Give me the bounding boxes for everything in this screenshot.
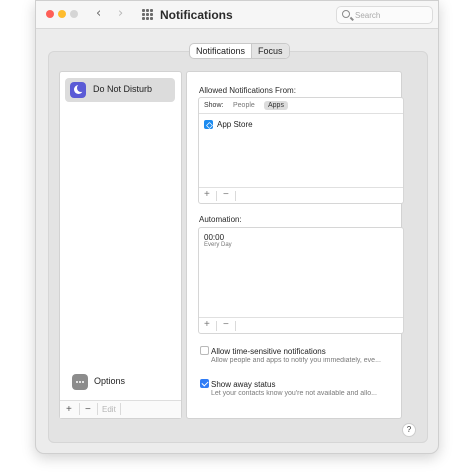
help-button[interactable]: ? — [402, 423, 416, 437]
forward-icon[interactable]: › — [118, 6, 123, 21]
remove-automation-button[interactable]: − — [223, 319, 229, 330]
options-label: Options — [94, 376, 126, 386]
focus-settings: Allowed Notifications From: Show: People… — [186, 71, 404, 419]
sidebar-item-do-not-disturb[interactable]: Do Not Disturb — [65, 78, 175, 102]
add-app-button[interactable]: + — [204, 189, 210, 200]
title-bar: ‹ › Notifications — [36, 1, 438, 29]
automation-time[interactable]: 00:00 — [204, 233, 224, 242]
edit-button[interactable]: Edit — [102, 405, 116, 414]
search-icon — [342, 10, 350, 18]
automation-toolbar: + − — [199, 317, 403, 333]
options-button[interactable]: Options — [65, 368, 175, 396]
time-sensitive-label: Allow time-sensitive notifications — [211, 347, 326, 356]
time-sensitive-description: Allow people and apps to notify you imme… — [211, 357, 381, 364]
away-status-checkbox[interactable] — [200, 379, 209, 388]
allowed-app-name[interactable]: App Store — [217, 120, 253, 129]
automation-list: 00:00 Every Day + − — [198, 227, 404, 334]
add-automation-button[interactable]: + — [204, 319, 210, 330]
sidebar-item-label: Do Not Disturb — [93, 84, 153, 94]
filter-people[interactable]: People — [233, 102, 255, 109]
automation-schedule: Every Day — [204, 242, 232, 248]
show-all-grid-icon[interactable] — [142, 9, 153, 20]
add-focus-button[interactable]: + — [66, 404, 72, 415]
close-button[interactable] — [46, 10, 54, 18]
search-field[interactable] — [336, 6, 433, 24]
sidebar-toolbar: + − Edit — [60, 400, 181, 418]
back-icon[interactable]: ‹ — [96, 6, 101, 21]
tab-bar: Notifications Focus — [189, 43, 290, 59]
preferences-window: ‹ › Notifications Notifications Focus Do… — [35, 0, 439, 454]
away-status-label: Show away status — [211, 380, 276, 389]
zoom-button[interactable] — [70, 10, 78, 18]
allowed-list: Show: People Apps App Store + − — [198, 97, 404, 204]
tab-focus[interactable]: Focus — [251, 44, 289, 58]
show-filter-bar: Show: People Apps — [199, 98, 403, 114]
remove-focus-button[interactable]: − — [85, 404, 91, 415]
focus-sidebar: Do Not Disturb Options + − Edit — [59, 71, 182, 419]
app-store-icon — [204, 120, 213, 129]
filter-apps[interactable]: Apps — [264, 101, 288, 110]
tab-notifications[interactable]: Notifications — [190, 44, 251, 58]
allowed-toolbar: + − — [199, 187, 403, 203]
time-sensitive-checkbox[interactable] — [200, 346, 209, 355]
remove-app-button[interactable]: − — [223, 189, 229, 200]
more-icon — [72, 374, 88, 390]
moon-icon — [70, 82, 86, 98]
away-status-description: Let your contacts know you're not availa… — [211, 390, 377, 397]
automation-heading: Automation: — [199, 215, 242, 224]
search-input[interactable] — [355, 9, 430, 21]
allowed-heading: Allowed Notifications From: — [199, 86, 296, 95]
window-title: Notifications — [160, 8, 233, 22]
show-label: Show: — [204, 102, 224, 109]
minimize-button[interactable] — [58, 10, 66, 18]
